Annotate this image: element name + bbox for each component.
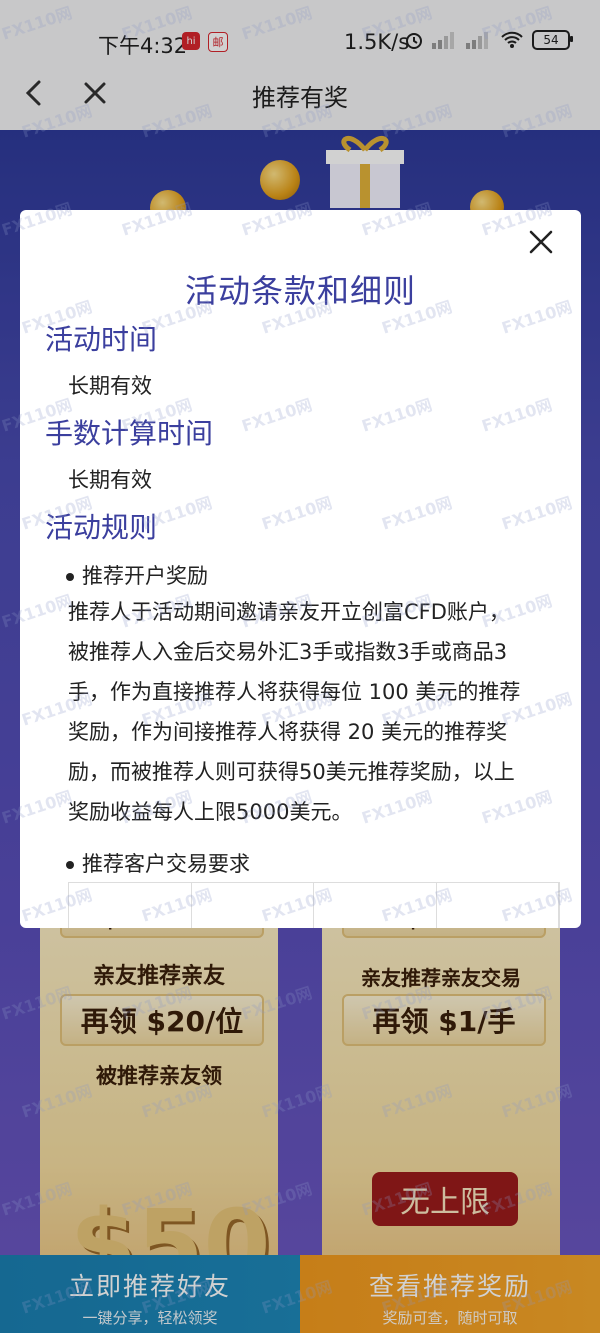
requirements-table bbox=[68, 882, 560, 928]
section-body: 长期有效 bbox=[68, 468, 152, 492]
table-cell bbox=[69, 883, 192, 928]
rule-line: 被推荐人入金后交易外汇3手或指数3手或商品3 bbox=[68, 640, 508, 664]
section-heading: 活动规则 bbox=[45, 511, 158, 544]
bullet-item: 推荐客户交易要求 bbox=[66, 848, 250, 878]
rule-line: 推荐人于活动期间邀请亲友开立创富CFD账户， bbox=[68, 600, 510, 624]
rule-line: 奖励收益每人上限5000美元。 bbox=[68, 800, 353, 824]
section-heading: 手数计算时间 bbox=[45, 417, 214, 450]
close-icon[interactable] bbox=[527, 228, 555, 256]
rule-paragraph: 推荐人于活动期间邀请亲友开立创富CFD账户， 被推荐人入金后交易外汇3手或指数3… bbox=[68, 592, 560, 832]
rule-line: 奖励，作为间接推荐人将获得 20 美元的推荐奖 bbox=[68, 720, 508, 744]
modal-title: 活动条款和细则 bbox=[184, 272, 416, 310]
bullet-item: 推荐开户奖励 bbox=[66, 560, 208, 590]
table-cell bbox=[437, 883, 559, 928]
rule-line: 励，而被推荐人则可获得50美元推荐奖励，以上 bbox=[68, 760, 515, 784]
table-cell bbox=[314, 883, 437, 928]
section-heading: 活动时间 bbox=[45, 323, 158, 356]
rule-line: 手，作为直接推荐人将获得每位 100 美元的推荐 bbox=[68, 680, 521, 704]
terms-modal: 活动条款和细则 活动时间 长期有效 手数计算时间 长期有效 活动规则 推荐开户奖… bbox=[20, 210, 581, 928]
table-cell bbox=[192, 883, 314, 928]
section-body: 长期有效 bbox=[68, 374, 152, 398]
